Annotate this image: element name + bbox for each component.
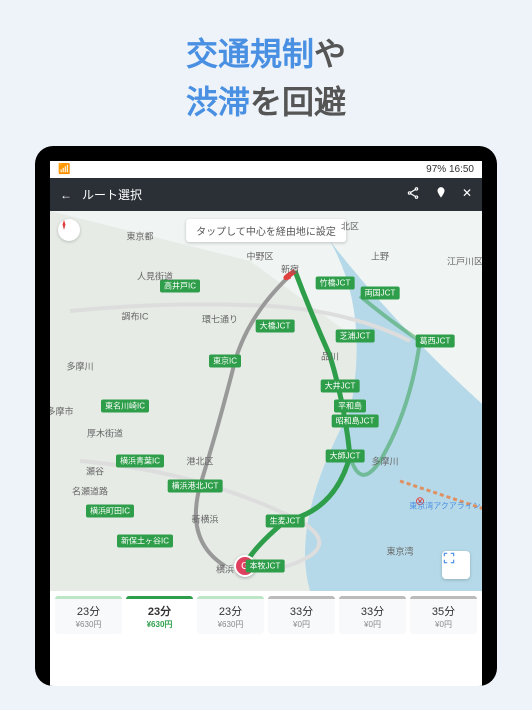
place-label: 新宿: [281, 263, 299, 276]
ic-label: 東名川崎IC: [101, 400, 149, 413]
share-icon[interactable]: [406, 186, 420, 203]
map-canvas[interactable]: タップして中心を経由地に設定 G ⊗ 高井戸IC竹橋JCT両国JCT大橋JCT芝…: [50, 211, 482, 591]
ic-label: 竹橋JCT: [316, 277, 355, 290]
hero-l1a: 交通規制: [186, 36, 314, 72]
appbar-title: ルート選択: [82, 186, 142, 203]
place-label: 多摩川: [66, 360, 93, 373]
route-price: ¥0円: [412, 619, 475, 630]
route-cards: 23分¥630円23分¥630円23分¥630円33分¥0円33分¥0円35分¥…: [50, 591, 482, 639]
ic-label: 本牧JCT: [246, 560, 285, 573]
route-time: 23分: [128, 603, 191, 619]
ic-label: 平和島: [334, 400, 366, 413]
ic-label: 大橋JCT: [256, 320, 295, 333]
place-label: 環七通り: [202, 313, 238, 326]
status-bar: 📶 97% 16:50: [50, 161, 482, 178]
place-label: 人見街道: [137, 270, 173, 283]
hero-title: 交通規制や 渋滞を回避: [0, 0, 532, 146]
place-label: 多摩市: [50, 405, 74, 418]
ic-label: 大師JCT: [326, 450, 365, 463]
clock: 16:50: [449, 164, 474, 175]
place-label: 横浜: [216, 563, 234, 576]
route-card[interactable]: 23分¥630円: [197, 596, 264, 634]
ic-label: 横浜港北JCT: [168, 480, 223, 493]
place-label: 北区: [341, 220, 359, 233]
fullscreen-button[interactable]: [442, 551, 470, 579]
route-time: 23分: [57, 603, 120, 619]
place-label: 調布IC: [121, 310, 148, 323]
route-price: ¥630円: [128, 619, 191, 630]
route-price: ¥0円: [270, 619, 333, 630]
app-bar: ← ルート選択 ✕: [50, 178, 482, 211]
route-card[interactable]: 33分¥0円: [268, 596, 335, 634]
place-label: 多摩川: [371, 455, 398, 468]
route-time: 33分: [341, 603, 404, 619]
place-label: 名瀬道路: [72, 485, 108, 498]
wifi-icon: 📶: [58, 164, 70, 175]
place-label: 品川: [321, 350, 339, 363]
road-label: 東京湾アクアライン: [409, 501, 481, 512]
ic-label: 両国JCT: [361, 287, 400, 300]
tablet-screen: 📶 97% 16:50 ← ルート選択 ✕: [50, 161, 482, 686]
route-price: ¥630円: [57, 619, 120, 630]
ic-label: 生麦JCT: [266, 515, 305, 528]
place-label: 厚木街道: [87, 427, 123, 440]
ic-label: 大井JCT: [321, 380, 360, 393]
tablet-frame: 📶 97% 16:50 ← ルート選択 ✕: [35, 146, 497, 686]
route-time: 23分: [199, 603, 262, 619]
route-card[interactable]: 35分¥0円: [410, 596, 477, 634]
ic-label: 新保土ヶ谷IC: [117, 535, 173, 548]
ic-label: 葛西JCT: [416, 335, 455, 348]
place-label: 港北区: [186, 455, 213, 468]
place-label: 東京都: [126, 230, 153, 243]
place-label: 上野: [371, 250, 389, 263]
compass-button[interactable]: [58, 219, 80, 241]
place-label: 中野区: [246, 250, 273, 263]
ic-label: 東京IC: [209, 355, 241, 368]
ic-label: 横浜青葉IC: [116, 455, 164, 468]
close-icon[interactable]: ✕: [462, 186, 472, 203]
place-label: 新横浜: [191, 513, 218, 526]
back-icon[interactable]: ←: [60, 188, 72, 202]
place-label: 瀬谷: [86, 465, 104, 478]
route-card[interactable]: 33分¥0円: [339, 596, 406, 634]
waypoint-hint[interactable]: タップして中心を経由地に設定: [186, 219, 346, 242]
route-card[interactable]: 23分¥630円: [126, 596, 193, 634]
hero-l2a: 渋滞: [186, 84, 250, 120]
route-price: ¥0円: [341, 619, 404, 630]
route-card[interactable]: 23分¥630円: [55, 596, 122, 634]
route-price: ¥630円: [199, 619, 262, 630]
battery-pct: 97%: [426, 164, 446, 175]
ic-label: 芝浦JCT: [336, 330, 375, 343]
place-label: 東京湾: [386, 545, 413, 558]
pin-icon[interactable]: [434, 186, 448, 203]
place-label: 江戸川区: [447, 255, 482, 268]
ic-label: 横浜町田IC: [86, 505, 134, 518]
route-time: 33分: [270, 603, 333, 619]
ic-label: 昭和島JCT: [332, 415, 379, 428]
hero-l2b: を回避: [250, 84, 346, 120]
hero-l1b: や: [314, 36, 346, 72]
route-time: 35分: [412, 603, 475, 619]
